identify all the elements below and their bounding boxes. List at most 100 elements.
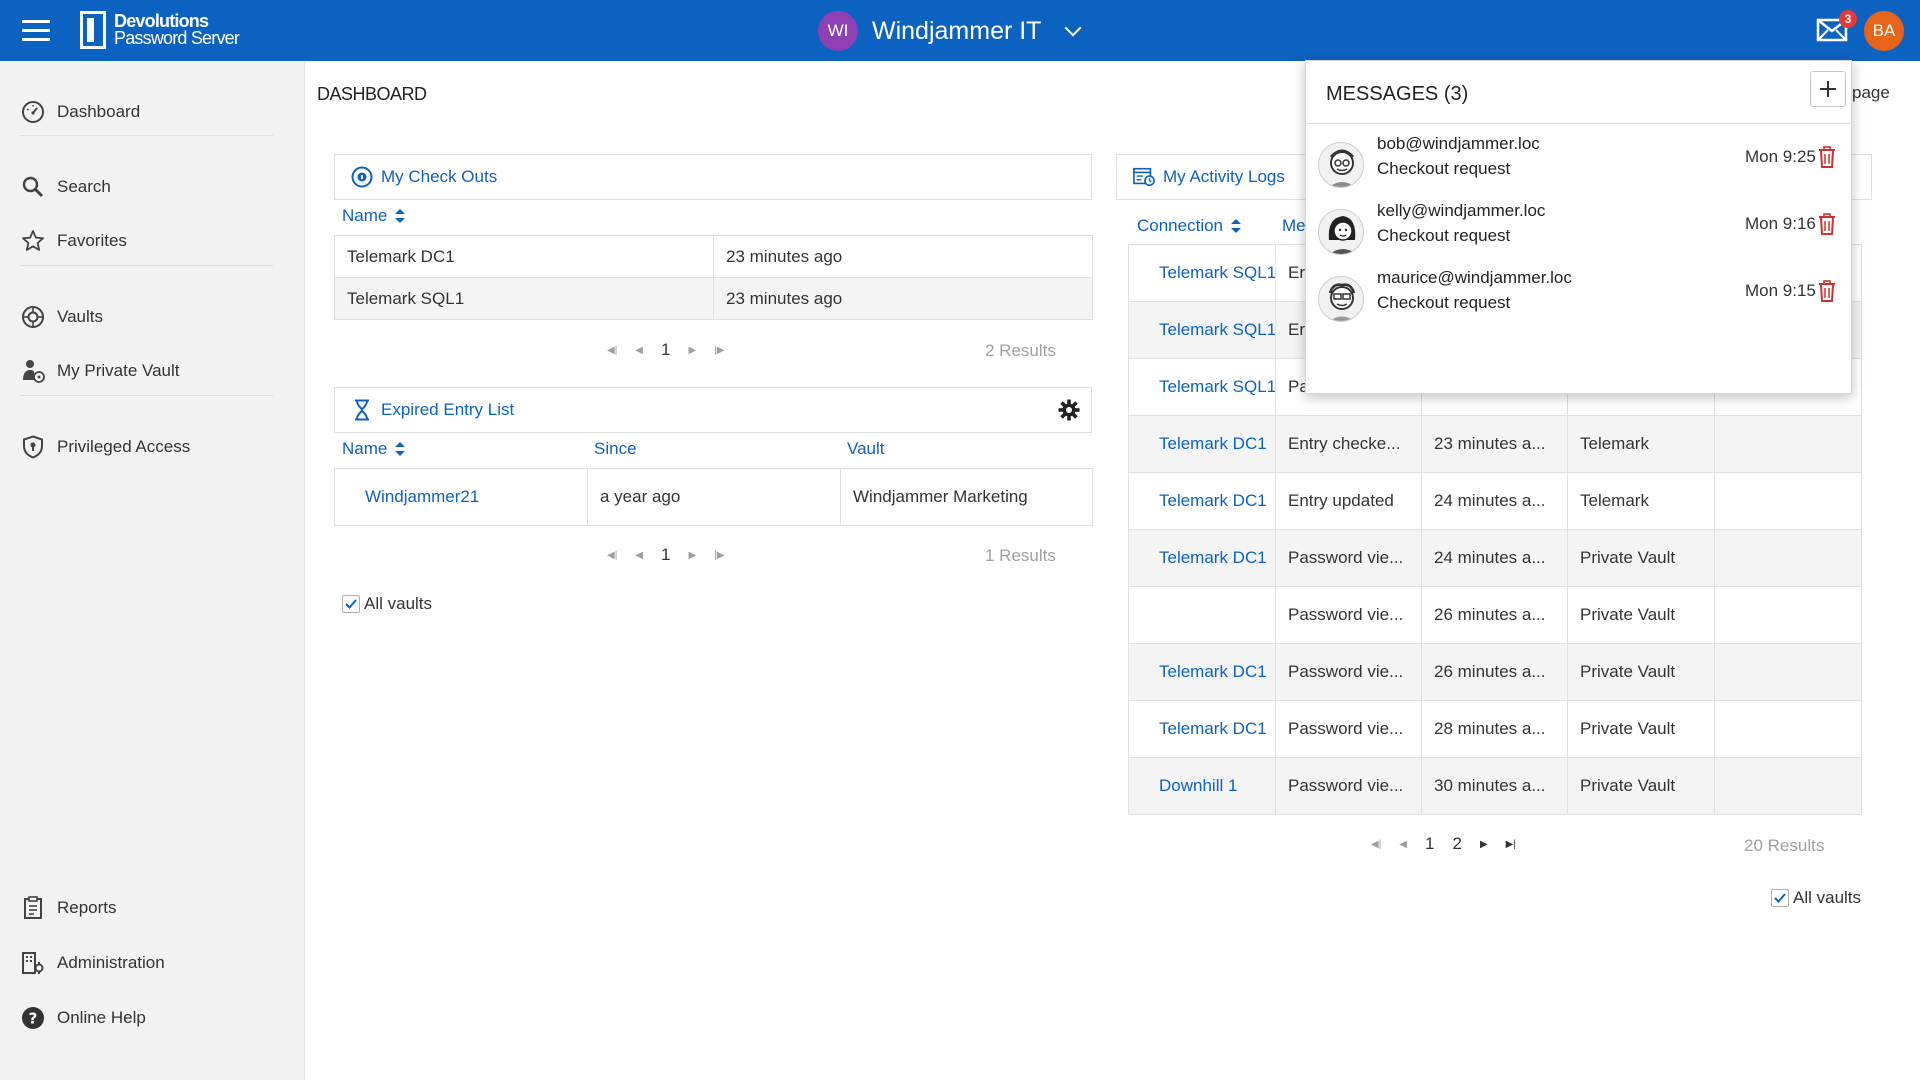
first-page-icon[interactable]: ◀​| bbox=[607, 550, 617, 561]
page-link[interactable]: page bbox=[1852, 83, 1890, 103]
cell-connection[interactable]: Downhill 1 bbox=[1128, 757, 1276, 815]
search-icon bbox=[20, 174, 46, 200]
message-item[interactable]: bob@windjammer.loc Checkout request Mon … bbox=[1318, 134, 1843, 190]
divider bbox=[20, 395, 273, 396]
activity-all-vaults-checkbox[interactable]: All vaults bbox=[1771, 888, 1861, 908]
sidebar-item-favorites[interactable]: Favorites bbox=[20, 226, 127, 256]
sidebar-item-my-private-vault[interactable]: My Private Vault bbox=[20, 356, 180, 386]
menu-icon[interactable] bbox=[22, 20, 50, 42]
cell-vault: Private Vault bbox=[1567, 757, 1715, 815]
cell-connection[interactable]: Telemark SQL1 bbox=[1128, 358, 1276, 416]
next-page-icon[interactable]: ▶ bbox=[688, 550, 696, 561]
sidebar-item-reports[interactable]: Reports bbox=[20, 893, 117, 923]
cell-connection[interactable]: Telemark DC1 bbox=[1128, 529, 1276, 587]
cell-connection[interactable] bbox=[1128, 586, 1276, 644]
message-item[interactable]: maurice@windjammer.loc Checkout request … bbox=[1318, 268, 1843, 324]
plus-icon bbox=[1820, 81, 1836, 97]
sidebar-item-administration[interactable]: Administration bbox=[20, 948, 165, 978]
user-avatar[interactable]: BA bbox=[1864, 11, 1904, 51]
divider bbox=[1306, 123, 1853, 124]
app-logo[interactable]: Devolutions Password Server bbox=[80, 10, 240, 50]
cell-connection[interactable]: Telemark DC1 bbox=[1128, 472, 1276, 530]
cell-vault: Private Vault bbox=[1567, 700, 1715, 758]
reports-icon bbox=[20, 895, 46, 921]
administration-icon bbox=[20, 950, 46, 976]
table-row[interactable]: Downhill 1 Password vie... 30 minutes a.… bbox=[1128, 757, 1862, 815]
trash-icon[interactable] bbox=[1818, 280, 1836, 302]
expired-pager: ◀​| ◀ 1 ▶ |▶ bbox=[598, 543, 733, 567]
last-page-icon[interactable]: |▶ bbox=[714, 345, 724, 356]
page-number[interactable]: 1 bbox=[1425, 834, 1434, 854]
workspace-avatar: WI bbox=[818, 11, 858, 51]
page-number[interactable]: 2 bbox=[1452, 834, 1461, 854]
table-row[interactable]: Telemark SQL1 23 minutes ago bbox=[334, 277, 1093, 320]
message-item[interactable]: kelly@windjammer.loc Checkout request Mo… bbox=[1318, 201, 1843, 257]
sidebar-item-dashboard[interactable]: Dashboard bbox=[20, 97, 140, 127]
activity-col-message[interactable]: Me bbox=[1282, 216, 1306, 236]
sidebar-item-privileged-access[interactable]: Privileged Access bbox=[20, 432, 190, 462]
cell-connection[interactable]: Telemark DC1 bbox=[1128, 643, 1276, 701]
activity-title[interactable]: My Activity Logs bbox=[1163, 167, 1285, 187]
table-row[interactable]: Telemark DC1 Password vie... 26 minutes … bbox=[1128, 643, 1862, 701]
prev-page-icon[interactable]: ◀ bbox=[1399, 839, 1407, 850]
checkouts-col-name[interactable]: Name bbox=[342, 206, 406, 226]
cell-connection[interactable]: Telemark DC1 bbox=[1128, 700, 1276, 758]
activity-log-icon bbox=[1133, 166, 1155, 188]
sidebar-label-privileged-access: Privileged Access bbox=[57, 437, 191, 456]
cell-name[interactable]: Windjammer21 bbox=[334, 468, 588, 526]
unread-badge: 3 bbox=[1839, 10, 1857, 28]
avatar bbox=[1318, 142, 1364, 188]
cell-connection[interactable]: Telemark SQL1 bbox=[1128, 301, 1276, 359]
cell-connection[interactable]: Telemark DC1 bbox=[1128, 415, 1276, 473]
cell-date: 26 minutes a... bbox=[1421, 643, 1568, 701]
table-row[interactable]: Telemark DC1 Password vie... 28 minutes … bbox=[1128, 700, 1862, 758]
workspace-switcher[interactable]: WI Windjammer IT bbox=[818, 11, 1082, 51]
cell-date: 24 minutes a... bbox=[1421, 472, 1568, 530]
gear-icon[interactable] bbox=[1058, 399, 1080, 421]
checkouts-title[interactable]: My Check Outs bbox=[381, 167, 497, 187]
page-number[interactable]: 1 bbox=[661, 340, 670, 360]
activity-col-connection[interactable]: Connection bbox=[1137, 216, 1242, 236]
first-page-icon[interactable]: ◀​| bbox=[607, 345, 617, 356]
page-number[interactable]: 1 bbox=[661, 545, 670, 565]
table-row[interactable]: Telemark DC1 23 minutes ago bbox=[334, 235, 1093, 278]
expired-title[interactable]: Expired Entry List bbox=[381, 400, 514, 420]
last-page-icon[interactable]: ▶| bbox=[1506, 839, 1516, 850]
sidebar-item-online-help[interactable]: ? Online Help bbox=[20, 1003, 146, 1033]
trash-icon[interactable] bbox=[1818, 146, 1836, 168]
next-page-icon[interactable]: ▶ bbox=[688, 345, 696, 356]
table-row[interactable]: Telemark DC1 Password vie... 24 minutes … bbox=[1128, 529, 1862, 587]
cell-extra bbox=[1714, 586, 1862, 644]
table-row[interactable]: Telemark DC1 Entry updated 24 minutes a.… bbox=[1128, 472, 1862, 530]
next-page-icon[interactable]: ▶ bbox=[1480, 839, 1488, 850]
sidebar-item-vaults[interactable]: Vaults bbox=[20, 302, 103, 332]
cell-message: Entry checke... bbox=[1275, 415, 1422, 473]
cell-connection[interactable]: Telemark SQL1 bbox=[1128, 244, 1276, 302]
sidebar-item-search[interactable]: Search bbox=[20, 172, 111, 202]
message-time: Mon 9:15 bbox=[1745, 281, 1816, 300]
table-row[interactable]: Telemark DC1 Entry checke... 23 minutes … bbox=[1128, 415, 1862, 473]
table-row[interactable]: Windjammer21 a year ago Windjammer Marke… bbox=[334, 468, 1093, 526]
expired-col-name[interactable]: Name bbox=[342, 439, 406, 459]
cell-date: 28 minutes a... bbox=[1421, 700, 1568, 758]
prev-page-icon[interactable]: ◀ bbox=[635, 345, 643, 356]
expired-col-since[interactable]: Since bbox=[594, 439, 637, 459]
sidebar-label-dashboard: Dashboard bbox=[57, 102, 141, 121]
expired-col-vault[interactable]: Vault bbox=[847, 439, 885, 459]
activity-results: 20 Results bbox=[1744, 836, 1825, 855]
first-page-icon[interactable]: ◀​| bbox=[1371, 839, 1381, 850]
last-page-icon[interactable]: |▶ bbox=[714, 550, 724, 561]
help-icon: ? bbox=[20, 1005, 46, 1031]
cell-message: Password vie... bbox=[1275, 529, 1422, 587]
new-message-button[interactable] bbox=[1810, 71, 1846, 107]
chevron-down-icon bbox=[1064, 19, 1082, 37]
cell-name: Telemark SQL1 bbox=[334, 277, 714, 320]
prev-page-icon[interactable]: ◀ bbox=[635, 550, 643, 561]
trash-icon[interactable] bbox=[1818, 213, 1836, 235]
expired-all-vaults-checkbox[interactable]: All vaults bbox=[342, 594, 432, 614]
cell-time: 23 minutes ago bbox=[713, 277, 1093, 320]
table-row[interactable]: Password vie... 26 minutes a... Private … bbox=[1128, 586, 1862, 644]
logo-icon bbox=[80, 11, 106, 49]
column-label: Vault bbox=[847, 439, 885, 458]
cell-vault: Telemark bbox=[1567, 472, 1715, 530]
